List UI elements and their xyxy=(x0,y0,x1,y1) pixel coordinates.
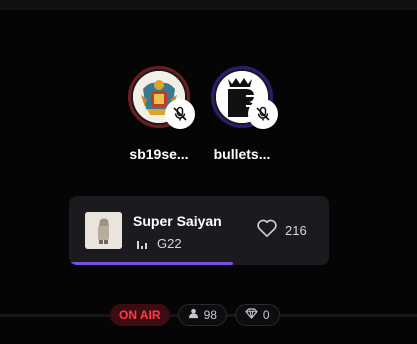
now-playing-card[interactable]: Super Saiyan G22 216 xyxy=(69,196,329,265)
progress-fill xyxy=(69,262,233,265)
album-art xyxy=(85,212,122,249)
speaker-name: bullets... xyxy=(213,146,271,162)
speaker-avatar-ring xyxy=(211,66,278,129)
gem-count: 0 xyxy=(262,308,270,322)
track-title: Super Saiyan xyxy=(133,213,222,229)
speaker-avatar-ring xyxy=(128,66,195,129)
gem-count-badge[interactable]: 0 xyxy=(234,304,280,326)
speaker-name: sb19se... xyxy=(129,146,189,162)
mic-off-icon xyxy=(248,99,278,129)
person-icon xyxy=(188,308,199,322)
progress-bar[interactable] xyxy=(69,262,329,265)
top-bar xyxy=(0,0,417,10)
listener-count-badge[interactable]: 98 xyxy=(177,304,227,326)
equalizer-icon xyxy=(137,239,147,249)
on-air-badge: ON AIR xyxy=(110,304,170,326)
speaker-bullets[interactable]: bullets... xyxy=(204,66,280,162)
track-subtitle: G22 xyxy=(157,236,182,251)
track-subtitle-row: G22 xyxy=(137,236,182,251)
heart-icon[interactable] xyxy=(256,218,278,243)
mic-off-icon xyxy=(165,99,195,129)
diamond-icon xyxy=(245,308,258,322)
listener-count: 98 xyxy=(203,308,217,322)
like-count: 216 xyxy=(285,223,307,238)
speaker-sb19[interactable]: sb19se... xyxy=(121,66,197,162)
status-row: ON AIR 98 0 xyxy=(110,304,280,326)
